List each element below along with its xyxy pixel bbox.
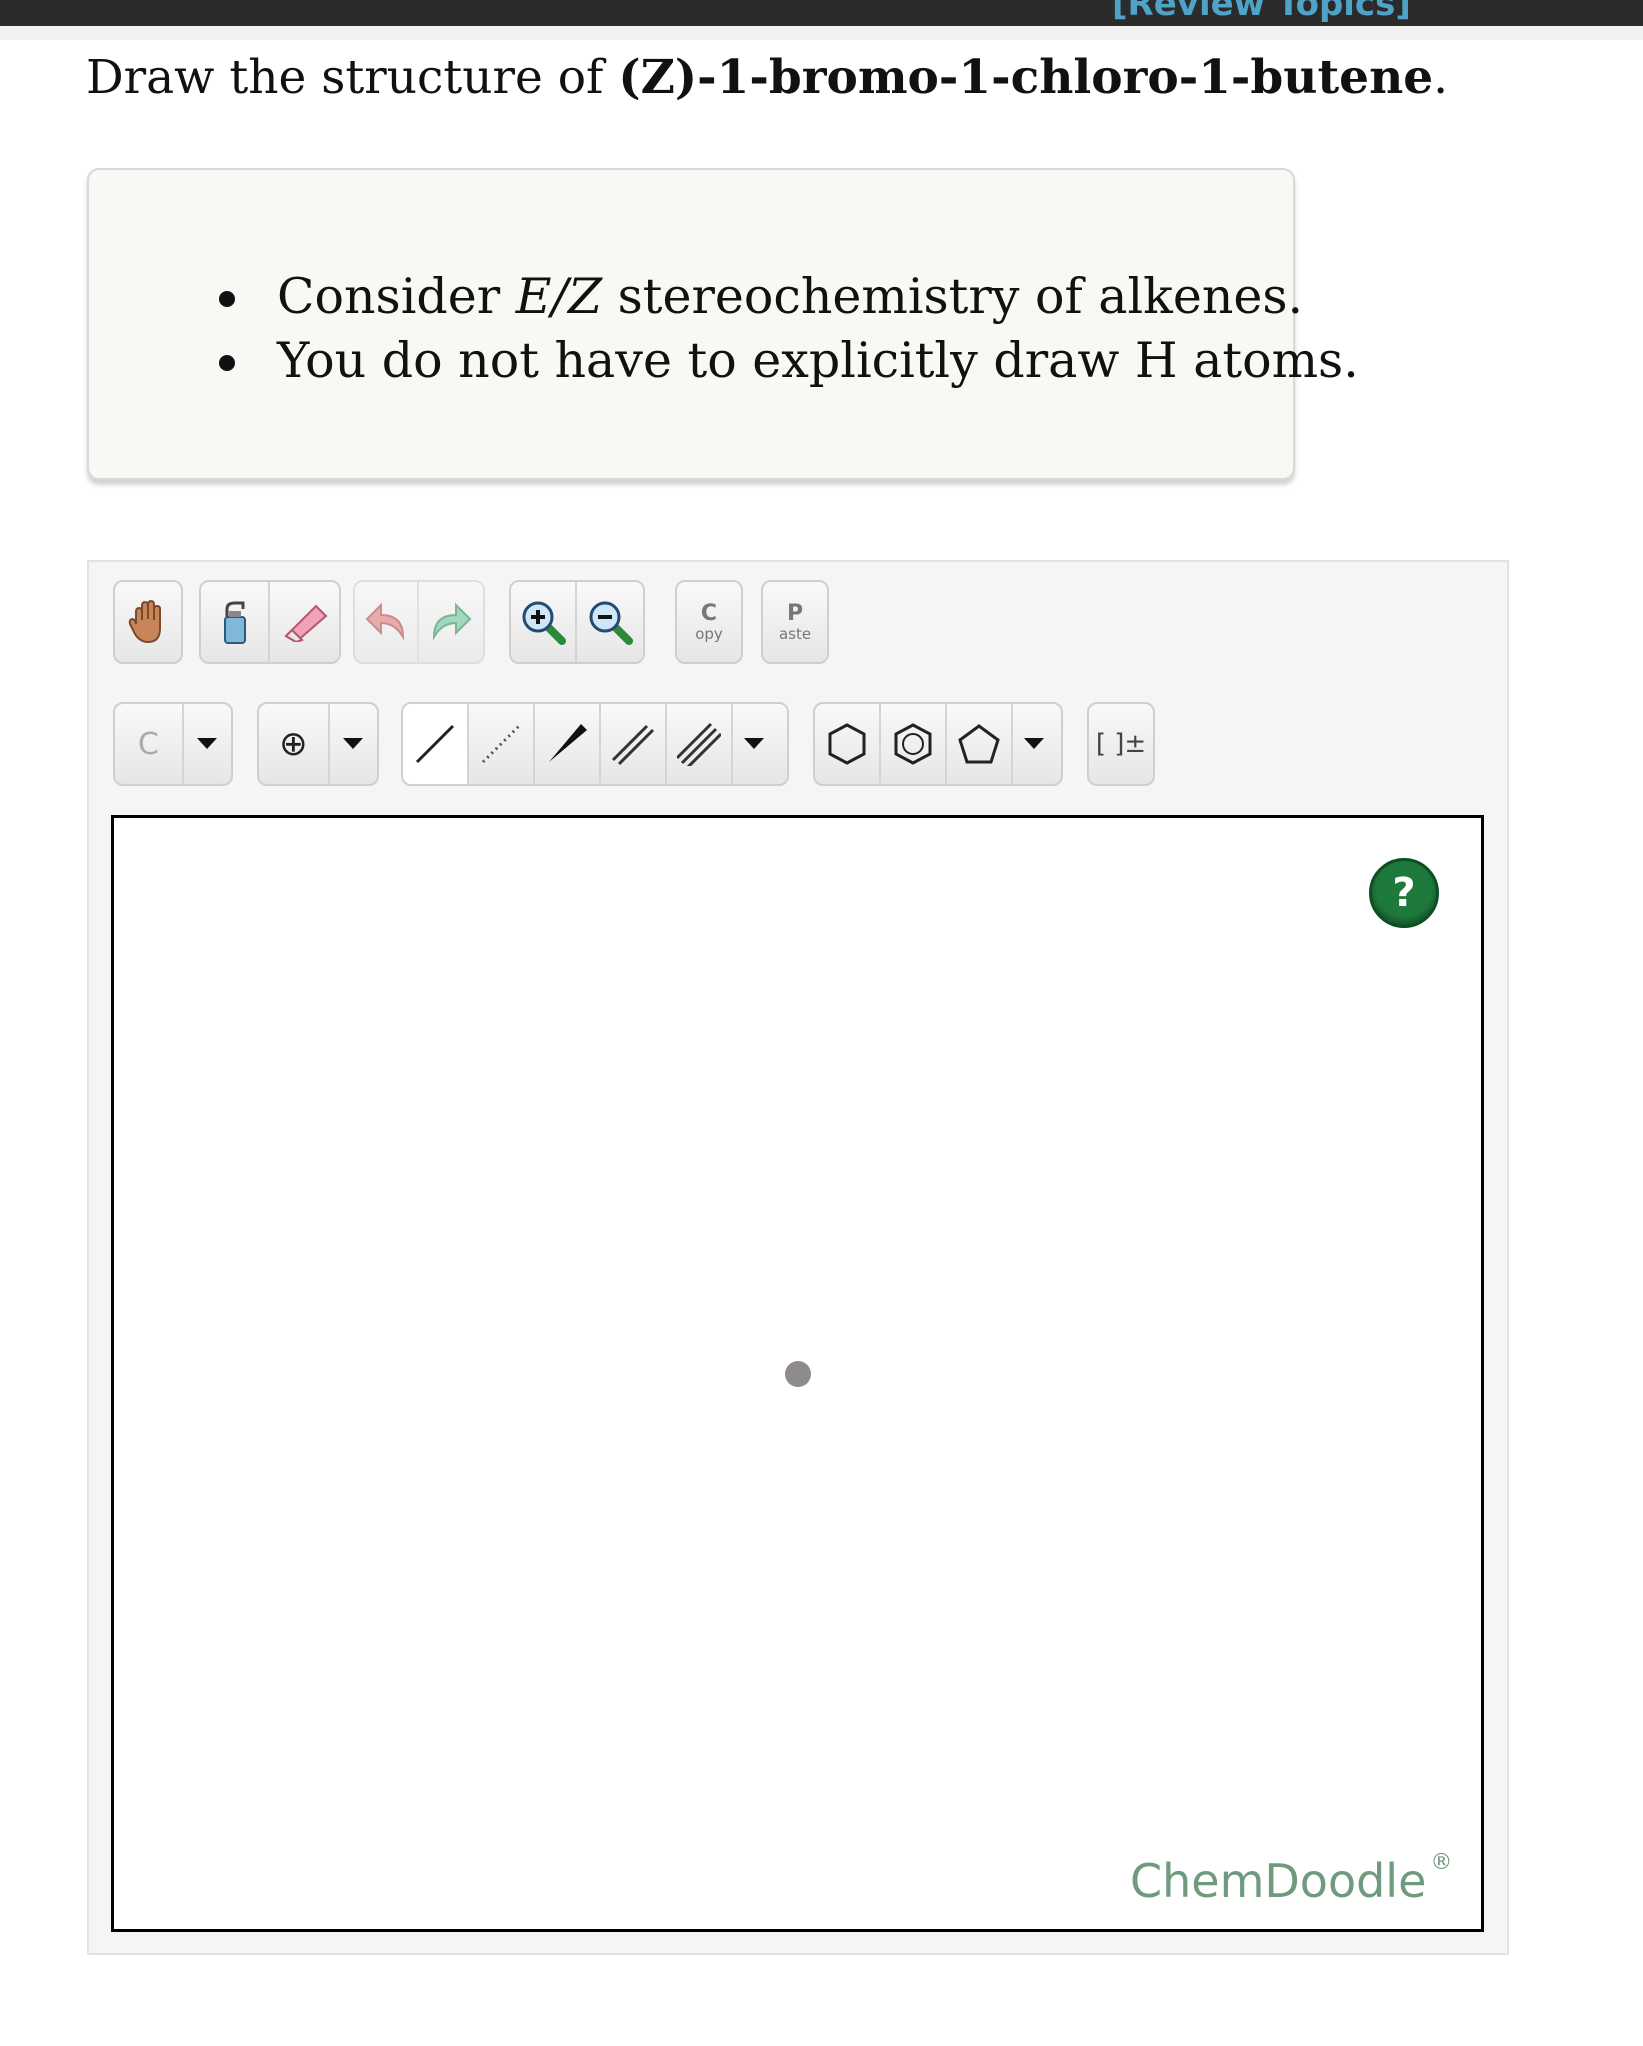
eraser-icon [283, 604, 327, 642]
hint-box: Consider E/Z stereochemistry of alkenes.… [87, 168, 1359, 480]
question-suffix: . [1433, 50, 1449, 105]
question-text: Draw the structure of (Z)-1-bromo-1-chlo… [86, 50, 1448, 105]
triple-bond-button[interactable] [667, 704, 733, 784]
triple-bond-icon [677, 722, 721, 766]
cyclohexane-button[interactable] [815, 704, 881, 784]
zoom-out-button[interactable] [577, 582, 643, 662]
pentagon-icon [958, 724, 1000, 764]
hint-list: Consider E/Z stereochemistry of alkenes.… [219, 265, 1359, 393]
redo-button[interactable] [419, 582, 483, 662]
zoom-in-button[interactable] [511, 582, 577, 662]
hand-tool-button[interactable] [115, 582, 181, 662]
copy-label: C opy [695, 600, 723, 643]
hint-item: You do not have to explicitly draw H ato… [219, 329, 1359, 393]
benzene-button[interactable] [881, 704, 947, 784]
single-bond-button[interactable] [403, 704, 469, 784]
history-group [353, 580, 485, 664]
zoom-in-icon [522, 601, 566, 645]
wedge-bond-button[interactable] [535, 704, 601, 784]
copy-button[interactable]: C opy [677, 582, 741, 662]
top-bar: [Review Topics] [0, 0, 1643, 26]
copy-group: C opy [675, 580, 743, 664]
undo-button[interactable] [355, 582, 419, 662]
ring-dropdown[interactable] [1013, 704, 1055, 784]
review-topics-link[interactable]: [Review Topics] [1112, 0, 1411, 24]
caret-down-icon [343, 738, 364, 749]
paste-group: P aste [761, 580, 829, 664]
hashed-bond-button[interactable] [469, 704, 535, 784]
element-dropdown[interactable] [184, 704, 231, 784]
hexagon-icon [828, 723, 866, 765]
wedge-bond-icon [549, 724, 587, 762]
ring-group [813, 702, 1063, 786]
hand-icon [128, 599, 161, 644]
element-group: C [113, 702, 233, 786]
top-bar-divider [0, 26, 1643, 40]
charge-group: ⊕ [257, 702, 379, 786]
select-erase-group [199, 580, 341, 664]
double-bond-icon [611, 724, 655, 766]
compound-name: (Z)-1-bromo-1-chloro-1-butene [618, 50, 1434, 105]
cyclopentane-button[interactable] [947, 704, 1013, 784]
zoom-out-icon [589, 601, 633, 645]
question-prefix: Draw the structure of [86, 50, 619, 105]
zoom-group [509, 580, 645, 664]
drawing-canvas[interactable]: ? ChemDoodle ® [111, 815, 1484, 1932]
bracket-button[interactable]: [ ]± [1089, 704, 1153, 784]
benzene-icon [894, 723, 932, 765]
caret-down-icon [197, 738, 218, 749]
lasso-tool-button[interactable] [201, 582, 270, 662]
charge-dropdown[interactable] [330, 704, 377, 784]
redo-icon [432, 602, 472, 641]
chemdoodle-brand: ChemDoodle ® [1130, 1850, 1453, 1908]
eraser-tool-button[interactable] [270, 582, 339, 662]
help-button[interactable]: ? [1369, 858, 1439, 928]
caret-down-icon [744, 738, 764, 749]
canvas-center-dot [785, 1361, 811, 1387]
caret-down-icon [1024, 738, 1044, 749]
double-bond-button[interactable] [601, 704, 667, 784]
hand-tool-group [113, 580, 183, 664]
lasso-icon [223, 601, 246, 644]
element-button[interactable]: C [115, 704, 184, 784]
bracket-group: [ ]± [1087, 702, 1155, 786]
hint-item: Consider E/Z stereochemistry of alkenes. [219, 265, 1359, 329]
charge-button[interactable]: ⊕ [259, 704, 330, 784]
paste-label: P aste [778, 600, 812, 643]
hashed-bond-icon [481, 724, 521, 764]
single-bond-icon [415, 724, 455, 764]
undo-icon [365, 602, 405, 641]
bond-group [401, 702, 789, 786]
paste-button[interactable]: P aste [763, 582, 827, 662]
bond-dropdown[interactable] [733, 704, 775, 784]
